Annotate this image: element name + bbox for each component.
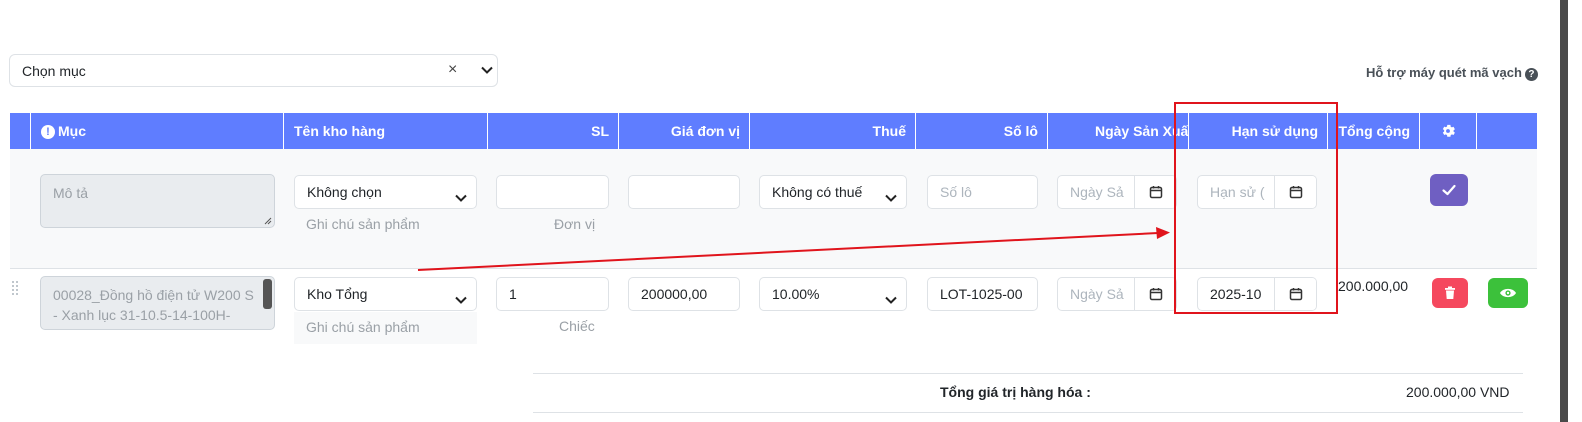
- page-scrollbar[interactable]: [1560, 0, 1568, 422]
- annotation-arrow: [417, 227, 1170, 271]
